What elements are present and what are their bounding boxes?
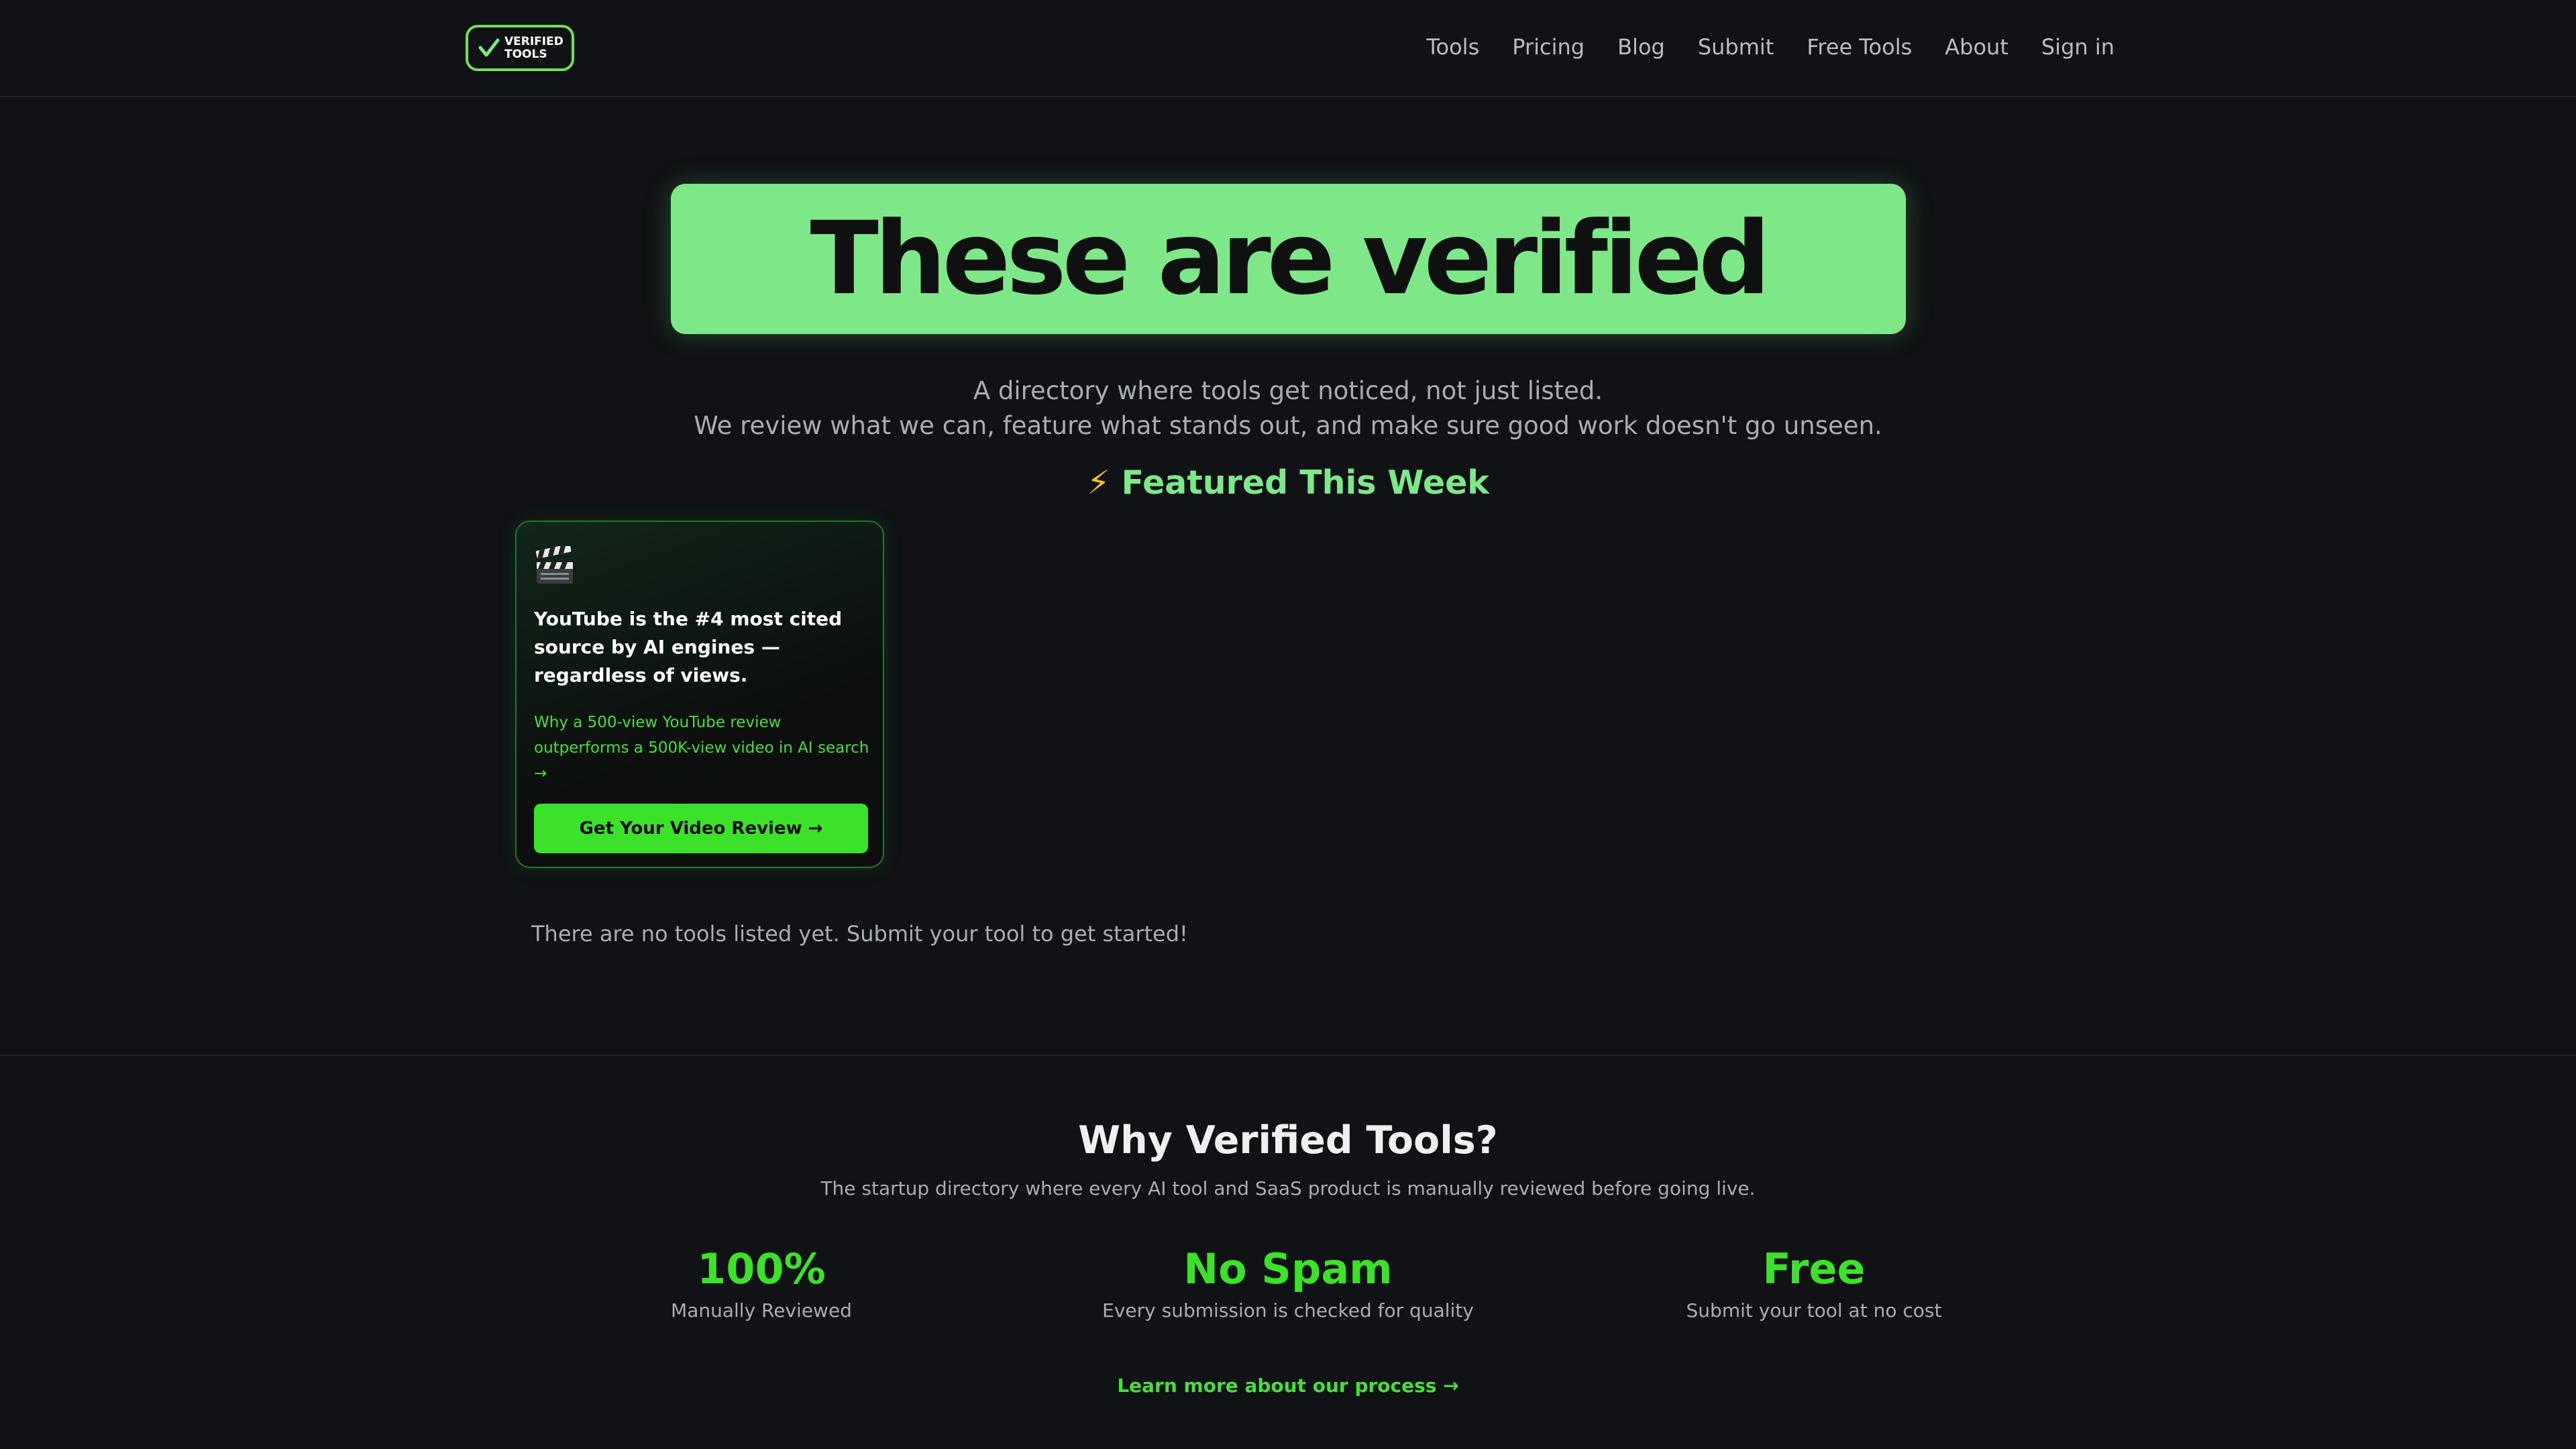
nav-submit[interactable]: Submit xyxy=(1698,32,1774,62)
why-subtitle: The startup directory where every AI too… xyxy=(820,1177,1756,1199)
stat-label: Every submission is checked for quality xyxy=(1102,1299,1474,1322)
stat-value: 100% xyxy=(697,1244,826,1293)
main-nav: Tools Pricing Blog Submit Free Tools Abo… xyxy=(1426,32,2114,62)
stat-label: Submit your tool at no cost xyxy=(1686,1299,1942,1322)
logo[interactable]: VERIFIED TOOLS xyxy=(466,25,574,71)
stat-no-spam: No Spam Every submission is checked for … xyxy=(1020,1241,1556,1324)
why-title: Why Verified Tools? xyxy=(1078,1118,1498,1163)
checkmark-icon xyxy=(478,38,500,56)
stat-label: Manually Reviewed xyxy=(671,1299,852,1322)
featured-card[interactable]: YouTube is the #4 most cited source by A… xyxy=(515,521,884,868)
hero-banner: These are verified xyxy=(671,184,1906,334)
card-title: YouTube is the #4 most cited source by A… xyxy=(534,608,843,686)
lightning-icon: ⚡ xyxy=(1087,464,1110,502)
featured-heading-text: Featured This Week xyxy=(1121,464,1489,502)
nav-pricing[interactable]: Pricing xyxy=(1512,32,1585,62)
nav-blog[interactable]: Blog xyxy=(1617,32,1665,62)
hero-subtitle-line2: We review what we can, feature what stan… xyxy=(694,411,1882,440)
site-header: VERIFIED TOOLS Tools Pricing Blog Submit … xyxy=(0,0,2576,97)
featured-heading: ⚡ Featured This Week xyxy=(0,463,2576,503)
clapperboard-icon xyxy=(535,546,573,584)
section-divider xyxy=(0,1055,2576,1056)
stat-free: Free Submit your tool at no cost xyxy=(1546,1241,2082,1324)
empty-tools-message: There are no tools listed yet. Submit yo… xyxy=(531,921,1188,947)
nav-free-tools[interactable]: Free Tools xyxy=(1807,32,1912,62)
stat-value: No Spam xyxy=(1183,1244,1393,1293)
nav-tools[interactable]: Tools xyxy=(1426,32,1479,62)
stat-value: Free xyxy=(1762,1244,1866,1293)
logo-text: VERIFIED TOOLS xyxy=(504,34,564,61)
get-video-review-button[interactable]: Get Your Video Review → xyxy=(534,804,868,853)
hero-subtitle-line1: A directory where tools get noticed, not… xyxy=(973,376,1603,405)
nav-about[interactable]: About xyxy=(1945,32,2008,62)
nav-sign-in[interactable]: Sign in xyxy=(2041,32,2114,62)
learn-more-link[interactable]: Learn more about our process → xyxy=(1117,1375,1458,1397)
hero-title: These are verified xyxy=(810,201,1771,317)
learn-more-container: Learn more about our process → xyxy=(0,1373,2576,1399)
stat-manual-review: 100% Manually Reviewed xyxy=(493,1241,1030,1324)
card-description-link[interactable]: Why a 500-view YouTube review outperform… xyxy=(534,710,876,786)
